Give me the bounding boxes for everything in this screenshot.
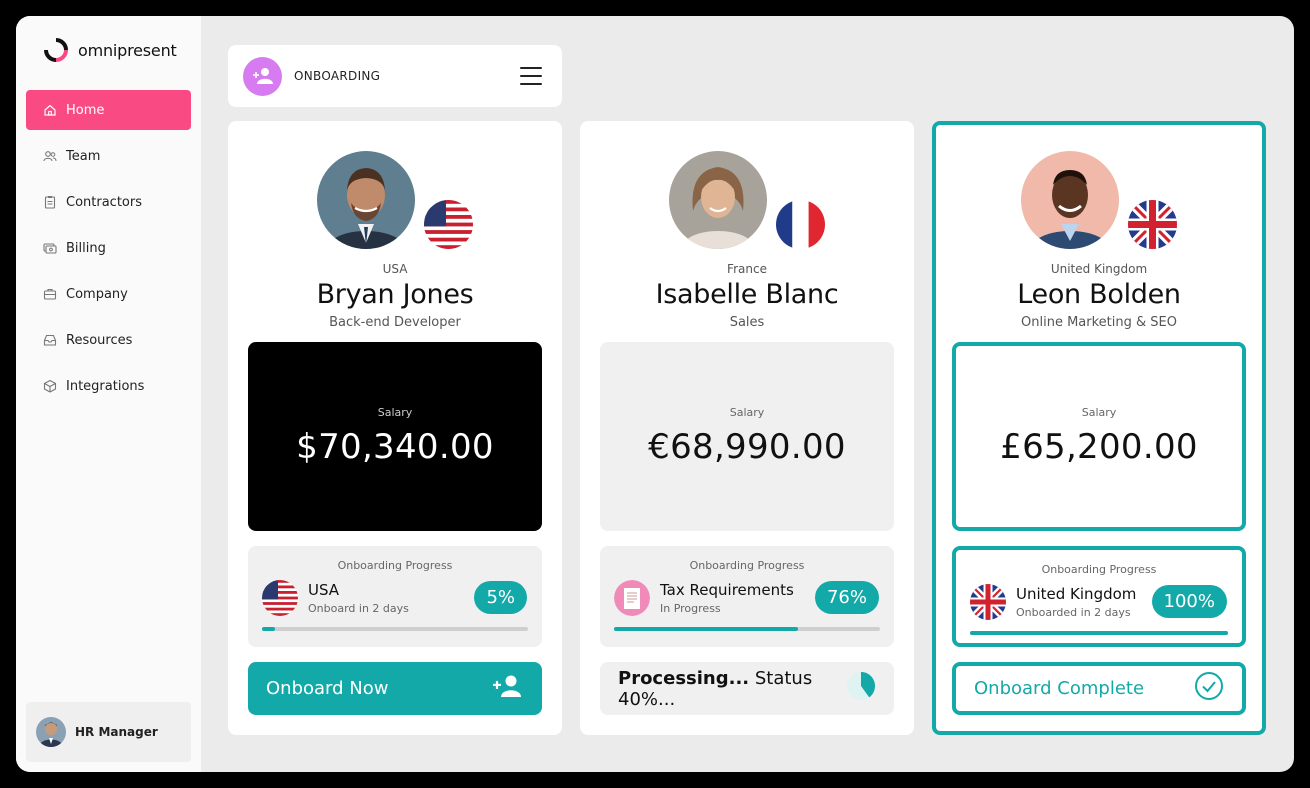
progress-sub-text: Onboard in 2 days <box>308 602 409 615</box>
salary-panel: Salary $70,340.00 <box>248 342 542 531</box>
salary-label: Salary <box>377 406 413 419</box>
sidebar-item-home[interactable]: Home <box>26 90 191 130</box>
briefcase-icon <box>43 287 57 301</box>
progress-bar-fill <box>970 631 1228 635</box>
progress-sub-text: In Progress <box>660 602 721 615</box>
document-icon <box>614 580 650 616</box>
uk-flag-icon <box>1128 200 1177 249</box>
usa-flag-icon <box>262 580 298 616</box>
progress-bar-track <box>614 627 880 631</box>
add-user-icon <box>243 56 282 96</box>
employee-country: USA <box>382 262 408 276</box>
sidebar-item-label: Integrations <box>66 378 145 394</box>
salary-value: €68,990.00 <box>648 427 846 467</box>
team-icon <box>43 149 57 163</box>
check-circle-icon <box>1194 671 1224 706</box>
progress-main-text: Tax Requirements <box>660 581 794 599</box>
sidebar-item-label: Team <box>66 148 101 164</box>
onboard-now-label: Onboard Now <box>266 678 389 699</box>
usa-flag-icon <box>424 200 473 249</box>
sidebar-item-team[interactable]: Team <box>26 136 191 176</box>
salary-value: £65,200.00 <box>1000 427 1198 467</box>
salary-panel: Salary €68,990.00 <box>600 342 894 531</box>
employee-role: Back-end Developer <box>329 315 461 330</box>
progress-title: Onboarding Progress <box>337 559 453 572</box>
home-icon <box>43 103 57 117</box>
progress-bar-fill <box>614 627 798 631</box>
sidebar-item-label: Home <box>66 102 105 118</box>
employee-country: France <box>727 262 767 276</box>
salary-label: Salary <box>1081 406 1117 419</box>
logo-icon <box>44 38 68 62</box>
avatar-group <box>1021 151 1181 251</box>
employee-name: Leon Bolden <box>1017 279 1181 310</box>
logo[interactable]: omnipresent <box>44 38 177 62</box>
employee-card-leon-bolden: United Kingdom Leon Bolden Online Market… <box>932 121 1266 735</box>
avatar <box>669 151 767 249</box>
onboard-now-button[interactable]: Onboard Now <box>248 662 542 715</box>
processing-status: Processing... Status 40%... <box>600 662 894 715</box>
sidebar-item-billing[interactable]: Billing <box>26 228 191 268</box>
employee-name: Bryan Jones <box>316 279 474 310</box>
salary-value: $70,340.00 <box>296 427 494 467</box>
france-flag-icon <box>776 200 825 249</box>
onboarding-progress-panel: Onboarding Progress USA Onboard in 2 day… <box>248 546 542 647</box>
onboarding-progress-panel: Onboarding Progress Tax Requirements In … <box>600 546 894 647</box>
avatar <box>317 151 415 249</box>
salary-panel: Salary £65,200.00 <box>952 342 1246 531</box>
employee-card-bryan-jones: USA Bryan Jones Back-end Developer Salar… <box>228 121 562 735</box>
progress-percent-badge: 100% <box>1151 585 1227 618</box>
onboard-complete-label: Onboard Complete <box>974 678 1145 699</box>
page-header: ONBOARDING <box>228 45 562 107</box>
sidebar-item-resources[interactable]: Resources <box>26 320 191 360</box>
progress-title: Onboarding Progress <box>689 559 805 572</box>
cube-icon <box>43 379 57 393</box>
employee-card-isabelle-blanc: France Isabelle Blanc Sales Salary €68,9… <box>580 121 914 735</box>
sidebar-item-label: Contractors <box>66 194 142 210</box>
progress-main-text: United Kingdom <box>1016 585 1137 603</box>
sidebar: omnipresent Home Team Contractors Billin… <box>16 16 201 772</box>
avatar-group <box>317 151 477 251</box>
sidebar-nav: Home Team Contractors Billing Company Re… <box>26 90 191 412</box>
sidebar-item-contractors[interactable]: Contractors <box>26 182 191 222</box>
sidebar-item-label: Resources <box>66 332 133 348</box>
progress-bar-fill <box>262 627 276 631</box>
progress-main-text: USA <box>308 581 340 599</box>
salary-label: Salary <box>729 406 765 419</box>
sidebar-item-company[interactable]: Company <box>26 274 191 314</box>
user-name: HR Manager <box>75 725 158 739</box>
avatar <box>36 717 66 747</box>
sidebar-item-label: Company <box>66 286 128 302</box>
clipboard-icon <box>43 195 57 209</box>
processing-label: Processing... <box>618 667 750 689</box>
progress-sub-text: Onboarded in 2 days <box>1016 606 1131 619</box>
sidebar-item-integrations[interactable]: Integrations <box>26 366 191 406</box>
progress-percent-badge: 5% <box>474 581 527 614</box>
employee-name: Isabelle Blanc <box>655 279 839 310</box>
employee-role: Sales <box>729 315 765 330</box>
progress-bar-track <box>262 627 528 631</box>
employee-role: Online Marketing & SEO <box>1021 315 1177 330</box>
progress-bar-track <box>970 631 1228 635</box>
progress-percent-badge: 76% <box>814 581 879 614</box>
uk-flag-icon <box>970 584 1006 620</box>
avatar-group <box>669 151 829 251</box>
page-title: ONBOARDING <box>294 69 381 83</box>
pie-progress-icon <box>846 671 876 706</box>
sidebar-item-label: Billing <box>66 240 106 256</box>
employee-country: United Kingdom <box>1050 262 1148 276</box>
add-user-icon <box>492 674 524 703</box>
progress-title: Onboarding Progress <box>1041 563 1157 576</box>
hamburger-menu-icon[interactable] <box>520 67 542 85</box>
logo-text: omnipresent <box>78 40 177 60</box>
onboarding-progress-panel: Onboarding Progress United Kingdom Onboa… <box>952 546 1246 647</box>
avatar <box>1021 151 1119 249</box>
user-profile[interactable]: HR Manager <box>26 702 191 762</box>
billing-icon <box>43 241 57 255</box>
inbox-icon <box>43 333 57 347</box>
app-window: omnipresent Home Team Contractors Billin… <box>16 16 1294 772</box>
onboard-complete-button[interactable]: Onboard Complete <box>952 662 1246 715</box>
